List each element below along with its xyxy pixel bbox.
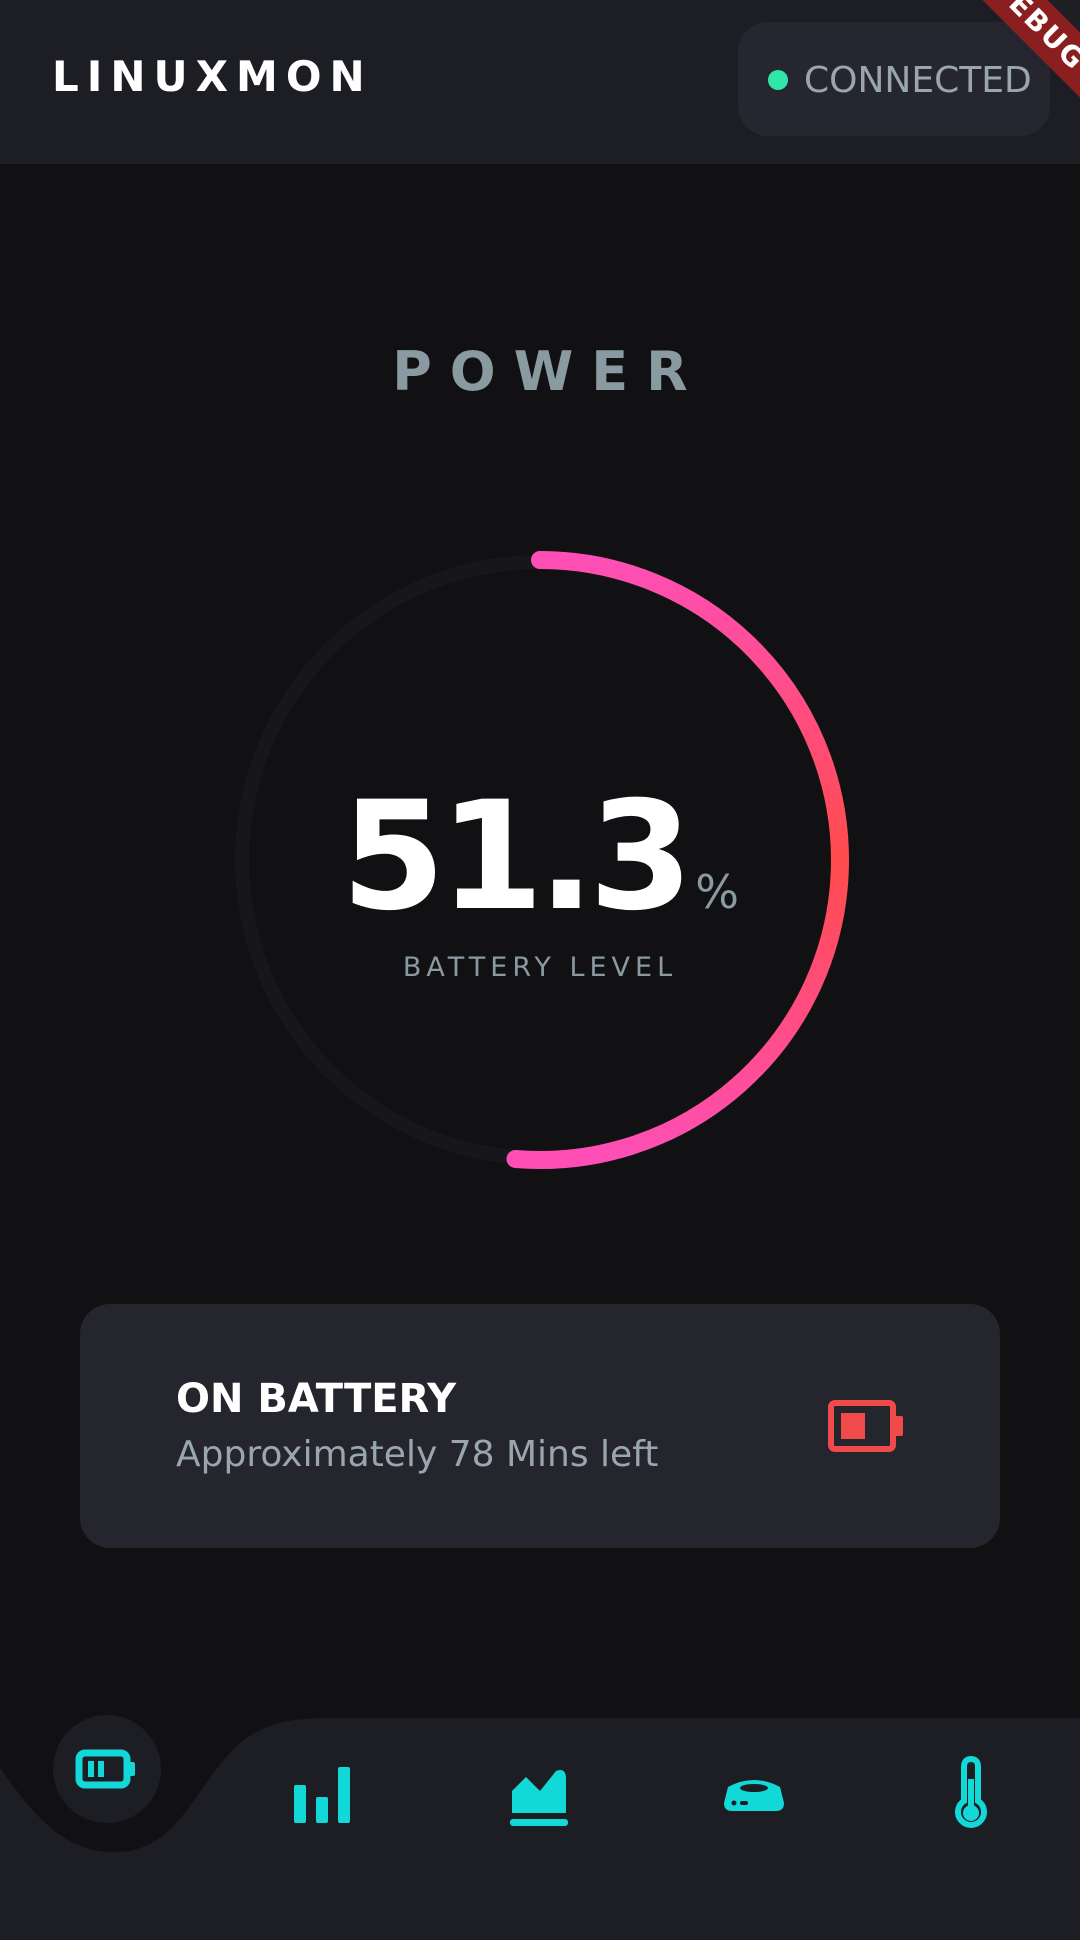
- battery-gauge: 51.3% BATTERY LEVEL: [230, 550, 850, 1170]
- top-bar: LINUXMON CONNECTED: [0, 0, 1080, 164]
- app-title: LINUXMON: [52, 52, 373, 101]
- time-remaining-text: Approximately 78 Mins left: [176, 1434, 659, 1475]
- nav-battery-button[interactable]: [67, 1729, 147, 1809]
- battery-low-icon: [828, 1400, 906, 1452]
- battery-percentage-value: 51.3: [341, 770, 693, 944]
- thermometer-icon: [955, 1755, 987, 1828]
- bottom-navigation: [0, 1700, 1080, 1940]
- power-status-card: ON BATTERY Approximately 78 Mins left: [80, 1304, 1000, 1548]
- gauge-value-row: 51.3%: [230, 770, 850, 944]
- nav-disk-button[interactable]: [714, 1753, 794, 1833]
- battery-level-label: BATTERY LEVEL: [402, 952, 678, 983]
- connection-status-pill[interactable]: CONNECTED: [738, 22, 1050, 136]
- battery-percentage-unit: %: [695, 865, 739, 919]
- bar-chart-icon: [294, 1767, 350, 1823]
- status-dot-icon: [768, 70, 788, 90]
- nav-temperature-button[interactable]: [931, 1753, 1011, 1833]
- nav-cpu-stats-button[interactable]: [284, 1753, 364, 1833]
- disk-drive-icon: [724, 1780, 784, 1811]
- nav-memory-graph-button[interactable]: [500, 1753, 580, 1833]
- page-title: POWER: [392, 340, 706, 403]
- battery-icon: [75, 1749, 135, 1789]
- power-status-title: ON BATTERY: [176, 1376, 457, 1422]
- area-chart-icon: [510, 1770, 568, 1826]
- connection-status-text: CONNECTED: [804, 60, 1032, 101]
- app-screen: LINUXMON CONNECTED DEBUG POWER 51.3% BAT…: [0, 0, 1080, 1940]
